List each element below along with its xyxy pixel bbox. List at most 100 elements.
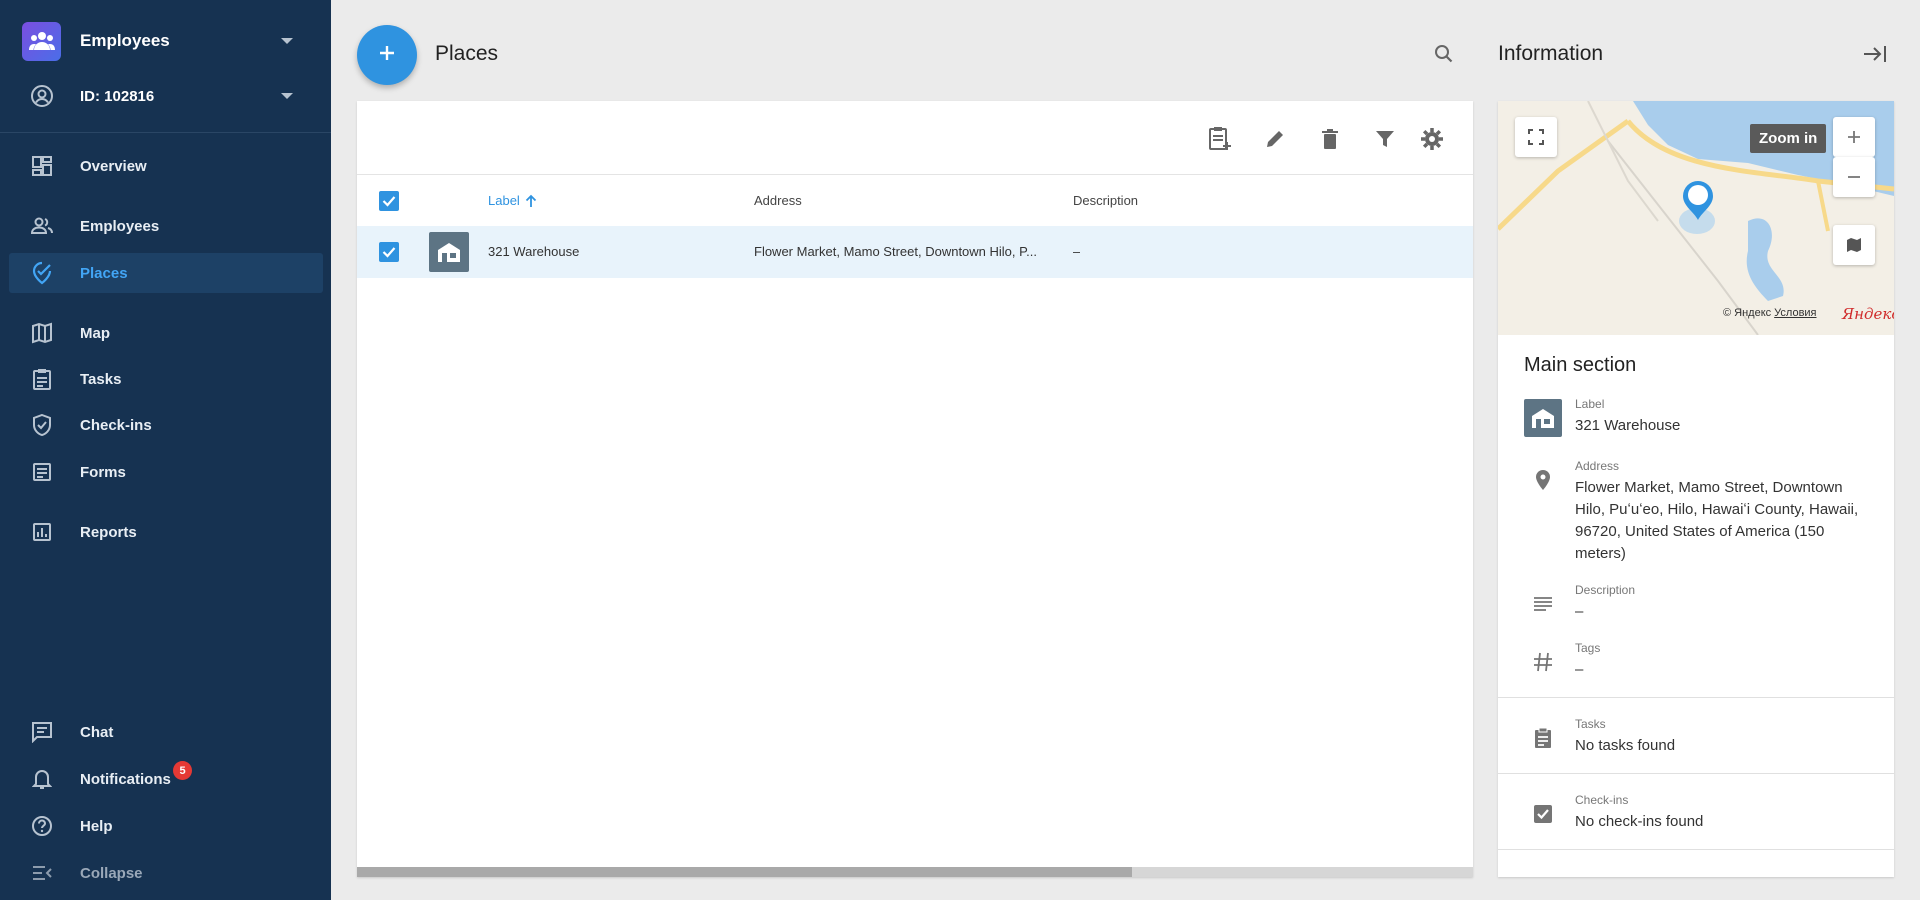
field-name: Tasks <box>1575 717 1606 731</box>
sidebar-item-reports[interactable]: Reports <box>9 512 323 552</box>
field-name: Label <box>1575 397 1605 411</box>
sidebar-item-notifications[interactable]: Notifications 5 <box>9 759 323 799</box>
sidebar-item-label: Chat <box>80 723 114 741</box>
row-label: 321 Warehouse <box>488 244 580 259</box>
clipboard-icon <box>30 367 54 391</box>
chat-icon <box>30 720 54 744</box>
user-switcher[interactable]: ID: 102816 <box>22 76 309 116</box>
map-copyright-text: © Яндекс <box>1723 307 1772 319</box>
horizontal-scrollbar[interactable] <box>357 867 1473 877</box>
sidebar-item-label: Check-ins <box>80 416 152 434</box>
field-value: 321 Warehouse <box>1575 417 1681 434</box>
map-layers-icon[interactable] <box>1833 225 1875 265</box>
sidebar-item-collapse[interactable]: Collapse <box>9 853 323 893</box>
sidebar-item-label: Help <box>80 817 113 835</box>
clipboard-icon <box>1524 719 1562 757</box>
chevron-down-icon <box>281 38 293 44</box>
notification-badge: 5 <box>173 761 192 780</box>
account-name: Employees <box>80 31 170 50</box>
map-icon <box>30 321 54 345</box>
plus-icon <box>1847 130 1861 144</box>
account-circle-icon <box>30 84 54 108</box>
warehouse-icon <box>429 232 469 272</box>
info-panel-title: Information <box>1498 42 1604 65</box>
sidebar-item-label: Forms <box>80 463 126 481</box>
clipboard-add-icon[interactable] <box>1206 125 1234 153</box>
check-box-icon <box>1524 795 1562 833</box>
column-header-description[interactable]: Description <box>1073 193 1138 208</box>
map-pin-icon <box>1678 176 1718 241</box>
section-title: Main section <box>1524 354 1637 376</box>
sidebar-item-map[interactable]: Map <box>9 313 323 353</box>
column-header-address[interactable]: Address <box>754 193 802 208</box>
page-title: Places <box>435 42 499 65</box>
field-name: Check-ins <box>1575 793 1629 807</box>
information-panel: Zoom in © Яндекс Условия Яндекс Main sect… <box>1498 101 1894 877</box>
plus-icon <box>377 43 397 68</box>
map-terms-link[interactable]: Условия <box>1774 307 1816 319</box>
chevron-down-icon <box>281 93 293 99</box>
sidebar-item-forms[interactable]: Forms <box>9 452 323 492</box>
row-description: – <box>1073 244 1081 259</box>
scrollbar-thumb[interactable] <box>357 867 1132 877</box>
add-place-button[interactable] <box>357 25 417 85</box>
fullscreen-icon[interactable] <box>1515 117 1557 157</box>
row-address: Flower Market, Mamo Street, Downtown Hil… <box>754 244 1037 259</box>
field-value: No tasks found <box>1575 737 1676 754</box>
location-pin-icon <box>1524 461 1562 499</box>
sidebar-header: Employees ID: 102816 <box>0 0 331 133</box>
close-panel-icon[interactable] <box>1862 42 1888 66</box>
sidebar-item-label: Employees <box>80 217 160 235</box>
zoom-out-button[interactable] <box>1833 157 1875 197</box>
sidebar-item-checkins[interactable]: Check-ins <box>9 405 323 445</box>
field-value: – <box>1575 603 1584 620</box>
select-all-checkbox[interactable] <box>379 191 399 211</box>
sidebar-item-chat[interactable]: Chat <box>9 712 323 752</box>
shield-check-icon <box>30 413 54 437</box>
sidebar-item-overview[interactable]: Overview <box>9 146 323 186</box>
field-value: No check-ins found <box>1575 813 1704 830</box>
help-icon <box>30 814 54 838</box>
form-icon <box>30 460 54 484</box>
pencil-icon[interactable] <box>1261 125 1289 153</box>
row-checkbox[interactable] <box>379 242 399 262</box>
sidebar-item-help[interactable]: Help <box>9 806 323 846</box>
sidebar: Employees ID: 102816 Overview Employees … <box>0 0 331 900</box>
column-header-label[interactable]: Label <box>488 193 537 208</box>
minus-icon <box>1847 170 1861 184</box>
zoom-in-button[interactable] <box>1833 117 1875 157</box>
divider <box>1498 697 1894 698</box>
sidebar-item-tasks[interactable]: Tasks <box>9 359 323 399</box>
filter-icon[interactable] <box>1371 125 1399 153</box>
table-row[interactable]: 321 Warehouse Flower Market, Mamo Street… <box>357 226 1473 278</box>
zoom-in-tooltip: Zoom in <box>1750 124 1827 153</box>
arrow-up-icon <box>525 194 537 208</box>
table-toolbar <box>357 101 1473 175</box>
sidebar-item-label: Overview <box>80 157 147 175</box>
map-view[interactable]: Zoom in © Яндекс Условия Яндекс <box>1498 101 1894 335</box>
field-value: Flower Market, Mamo Street, Downtown Hil… <box>1575 479 1859 562</box>
sidebar-item-label: Map <box>80 324 110 342</box>
map-copyright: © Яндекс Условия <box>1723 307 1817 319</box>
gear-icon[interactable] <box>1418 125 1446 153</box>
place-check-icon <box>30 261 54 285</box>
sidebar-item-places[interactable]: Places <box>9 253 323 293</box>
bell-icon <box>30 767 54 791</box>
user-id: ID: 102816 <box>80 87 155 105</box>
account-switcher[interactable]: Employees <box>22 21 309 61</box>
hashtag-icon <box>1524 643 1562 681</box>
search-icon[interactable] <box>1432 42 1456 66</box>
field-name: Address <box>1575 459 1620 473</box>
warehouse-icon <box>1524 399 1562 437</box>
places-table-card: Label Address Description 321 Warehouse … <box>357 101 1473 877</box>
divider <box>1498 849 1894 850</box>
bar-chart-icon <box>30 520 54 544</box>
field-name: Description <box>1575 583 1636 597</box>
table-header: Label Address Description <box>357 176 1473 226</box>
field-value: – <box>1575 661 1584 678</box>
field-name: Tags <box>1575 641 1601 655</box>
people-icon <box>30 214 54 238</box>
trash-icon[interactable] <box>1316 125 1344 153</box>
collapse-menu-icon <box>30 861 54 885</box>
sidebar-item-employees[interactable]: Employees <box>9 206 323 246</box>
